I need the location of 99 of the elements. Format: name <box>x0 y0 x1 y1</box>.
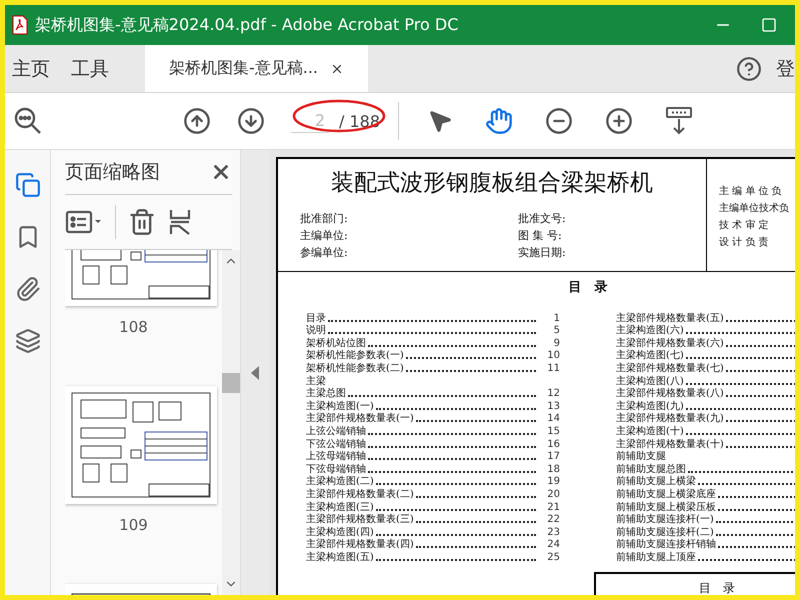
form-label: 批准部门: <box>300 212 349 226</box>
window-title: 架桥机图集-意见稿2024.04.pdf - Adobe Acrobat Pro DC <box>35 14 460 36</box>
thumbnail-label: 109 <box>119 516 148 534</box>
toc-entry: 目录 <box>306 312 326 325</box>
toc-entry: 前辅助支腿上顶座 <box>616 552 696 564</box>
page-number: 22 <box>546 514 560 526</box>
toc-entry: 前辅助支腿上横梁压板 <box>616 502 716 514</box>
signature-label: 主编单位技术负 <box>719 202 789 215</box>
pages-icon[interactable] <box>14 172 40 198</box>
toc-heading: 主梁 <box>306 376 326 388</box>
toc-entry: 上弦母端销轴 <box>306 451 366 464</box>
page-number: 18 <box>546 464 560 476</box>
footer-title: 目 录 <box>699 580 735 595</box>
toc-entry: 主梁构造图(五) <box>306 552 374 564</box>
toc-title: 目 录 <box>568 279 608 296</box>
keyboard-arrow-icon[interactable] <box>665 106 694 136</box>
document-tab[interactable]: 架桥机图集-意见稿... <box>145 45 368 92</box>
pointer-tool-icon[interactable] <box>427 108 454 134</box>
toc-entry: 主梁部件规格数量表(一) <box>306 413 414 426</box>
toc-entry: 主梁构造图(九) <box>616 400 684 412</box>
zoom-search-icon[interactable] <box>13 106 43 136</box>
toc-entry: 前辅助支腿上横梁底座 <box>616 488 716 501</box>
toc-entry: 前辅助支腿上横梁 <box>616 476 696 488</box>
zoom-in-icon[interactable] <box>605 107 634 135</box>
page-thumbnail[interactable] <box>65 386 217 504</box>
options-menu-icon[interactable] <box>65 209 103 235</box>
page-number: 14 <box>546 413 560 426</box>
toc-entry: 前辅助支腿总图 <box>616 464 686 476</box>
toc-entry: 主梁构造图(十) <box>616 426 684 438</box>
toc-entry: 主梁总图 <box>306 388 346 400</box>
toc-entry: 说明 <box>306 325 326 338</box>
account-button[interactable]: 登 <box>762 45 795 92</box>
form-label: 实施日期: <box>518 246 567 260</box>
toc-entry: 架桥机性能参数表(二) <box>306 362 404 375</box>
signature-label: 技 术 审 定 <box>719 219 770 232</box>
page-number: 9 <box>552 338 560 350</box>
toc-entry: 主梁构造图(一) <box>306 400 374 412</box>
page-number: 5 <box>552 325 560 338</box>
toc-entry: 下弦母端销轴 <box>306 464 366 476</box>
toc-entry: 主梁构造图(八) <box>616 376 684 388</box>
toc-entry: 架桥机站位图 <box>306 338 366 350</box>
toc-entry: 主梁构造图(七) <box>616 350 684 362</box>
toc-entry: 前辅助支腿连接杆(二) <box>616 526 714 538</box>
form-label: 主编单位: <box>300 229 349 243</box>
next-page-icon[interactable] <box>237 107 265 135</box>
toc-entry: 主梁部件规格数量表(十) <box>616 438 724 450</box>
paperclip-icon[interactable] <box>14 276 40 302</box>
form-label: 图 集 号: <box>518 229 563 243</box>
signature-label: 设 计 负 责 <box>719 236 770 249</box>
zoom-out-icon[interactable] <box>545 107 574 135</box>
trash-icon[interactable] <box>128 208 156 236</box>
pdf-file-icon <box>11 15 29 35</box>
thumbnail-label: 108 <box>119 318 148 336</box>
collapse-arrow-icon[interactable] <box>251 366 259 380</box>
toc-entry: 主梁部件规格数量表(三) <box>306 514 414 526</box>
page-number: 17 <box>546 451 560 464</box>
page-number: 11 <box>546 362 560 375</box>
toc-entry: 主梁构造图(四) <box>306 526 374 538</box>
panel-title: 页面缩略图 <box>65 160 160 185</box>
toc-entry: 主梁部件规格数量表(七) <box>616 362 724 375</box>
menu-item[interactable]: 工具 <box>64 45 123 92</box>
page-number: 25 <box>546 552 560 564</box>
toc-entry: 上弦公端销轴 <box>306 426 366 438</box>
page-number: 10 <box>546 350 560 362</box>
menu-item[interactable]: 主页 <box>5 45 64 92</box>
maximize-icon[interactable] <box>761 17 777 33</box>
toc-entry: 主梁部件规格数量表(二) <box>306 488 414 501</box>
previous-page-icon[interactable] <box>183 107 211 135</box>
page-number: 19 <box>546 476 560 488</box>
page-number: 12 <box>546 388 560 400</box>
split-page-icon[interactable] <box>168 208 192 236</box>
page-number: 16 <box>546 438 560 451</box>
toc-entry: 主梁部件规格数量表(八) <box>616 388 724 400</box>
toc-entry: 主梁部件规格数量表(九) <box>616 413 724 426</box>
page-number: 13 <box>546 400 560 413</box>
page-number: 20 <box>546 488 560 501</box>
toc-entry: 主梁部件规格数量表(四) <box>306 539 414 552</box>
hand-tool-icon[interactable] <box>485 107 514 135</box>
layers-icon[interactable] <box>14 328 40 354</box>
page-number: 15 <box>546 426 560 438</box>
toc-entry: 主梁构造图(三) <box>306 502 374 514</box>
form-label: 参编单位: <box>300 246 349 260</box>
form-label: 批准文号: <box>518 212 567 226</box>
toc-entry: 前辅助支腿连接杆销轴 <box>616 539 716 552</box>
toc-entry: 前辅助支腿连接杆(一) <box>616 514 714 526</box>
page-number: 1 <box>552 312 560 325</box>
signature-label: 主 编 单 位 负 <box>719 185 783 198</box>
toc-entry: 主梁部件规格数量表(六) <box>616 338 724 350</box>
page-number: 21 <box>546 502 560 514</box>
toc-entry: 下弦公端销轴 <box>306 438 366 450</box>
toc-heading: 前辅助支腿 <box>616 451 666 464</box>
page-number: 23 <box>546 526 560 539</box>
toc-entry: 主梁部件规格数量表(五) <box>616 312 724 324</box>
toc-entry: 主梁构造图(二) <box>306 476 374 488</box>
toc-entry: 主梁构造图(六) <box>616 325 684 338</box>
toc-entry: 架桥机性能参数表(一) <box>306 350 404 362</box>
document-title: 装配式波形钢腹板组合梁架桥机 <box>331 169 653 198</box>
page-number: 24 <box>546 539 560 552</box>
scrollbar-thumb[interactable] <box>222 372 240 392</box>
